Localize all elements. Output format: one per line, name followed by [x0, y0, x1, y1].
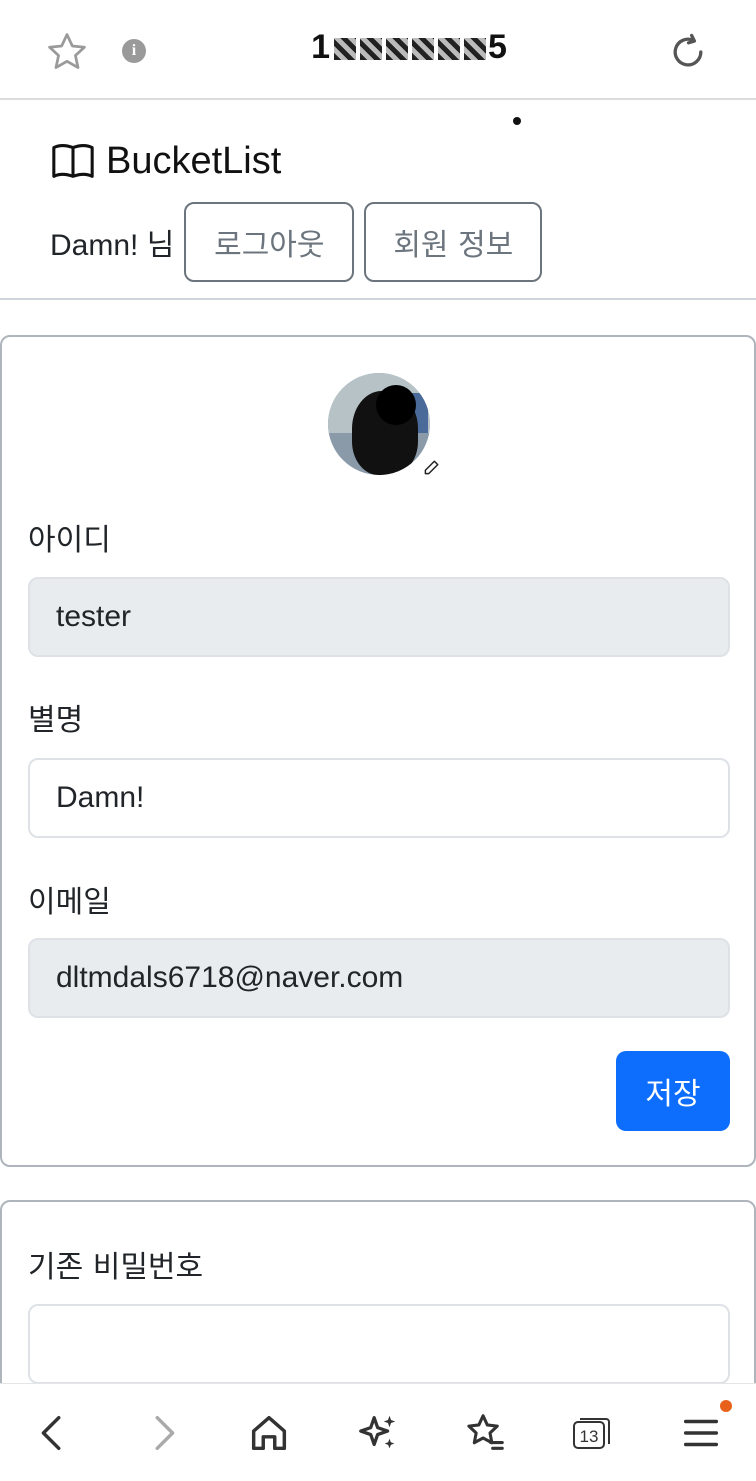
- redacted-block: [412, 38, 434, 61]
- logout-button[interactable]: 로그아웃: [184, 202, 355, 282]
- id-field: tester: [28, 577, 730, 657]
- url-suffix: 5: [488, 28, 509, 66]
- pencil-icon[interactable]: [422, 459, 440, 477]
- member-info-button[interactable]: 회원 정보: [364, 202, 543, 282]
- book-icon: [52, 143, 94, 178]
- save-button[interactable]: 저장: [616, 1051, 730, 1131]
- id-label: 아이디: [28, 523, 111, 558]
- user-greeting: Damn! 님: [50, 229, 175, 262]
- email-label: 이메일: [28, 885, 111, 920]
- avatar-upload[interactable]: [328, 373, 439, 475]
- redacted-block: [334, 38, 356, 61]
- star-outline-icon[interactable]: [44, 30, 90, 74]
- nickname-label: 별명: [28, 703, 84, 738]
- nickname-field[interactable]: Damn!: [28, 758, 730, 838]
- forward-icon[interactable]: [140, 1410, 186, 1456]
- current-password-field[interactable]: [28, 1304, 730, 1384]
- email-field: dltmdals6718@naver.com: [28, 938, 730, 1018]
- redacted-block: [360, 38, 382, 61]
- brand[interactable]: BucketList: [50, 138, 281, 184]
- notification-dot: [720, 1400, 732, 1412]
- redacted-block: [464, 38, 486, 61]
- brand-name: BucketList: [106, 139, 282, 182]
- redacted-block: [438, 38, 460, 61]
- user-row: Damn! 님 로그아웃 회원 정보: [50, 202, 552, 282]
- redacted-block: [386, 38, 408, 61]
- reload-icon[interactable]: [666, 30, 710, 74]
- sparkle-icon[interactable]: [355, 1410, 401, 1456]
- site-header: BucketList Damn! 님 로그아웃 회원 정보: [0, 100, 756, 300]
- menu-icon[interactable]: [678, 1410, 724, 1456]
- avatar: [328, 373, 430, 475]
- tab-count-label: 13: [580, 1427, 599, 1446]
- home-icon[interactable]: [246, 1410, 292, 1456]
- tabs-icon[interactable]: 13: [572, 1416, 612, 1452]
- browser-url-bar: i 15: [0, 0, 756, 100]
- bookmarks-icon[interactable]: [462, 1410, 508, 1456]
- info-icon[interactable]: i: [122, 39, 146, 63]
- back-icon[interactable]: [30, 1410, 76, 1456]
- browser-bottom-nav: 13: [0, 1383, 756, 1481]
- current-password-label: 기존 비밀번호: [28, 1250, 204, 1285]
- url-text[interactable]: 15: [200, 28, 620, 67]
- profile-card: 아이디 tester 별명 Damn! 이메일 dltmdals6718@nav…: [0, 335, 756, 1167]
- url-prefix: 1: [311, 28, 332, 66]
